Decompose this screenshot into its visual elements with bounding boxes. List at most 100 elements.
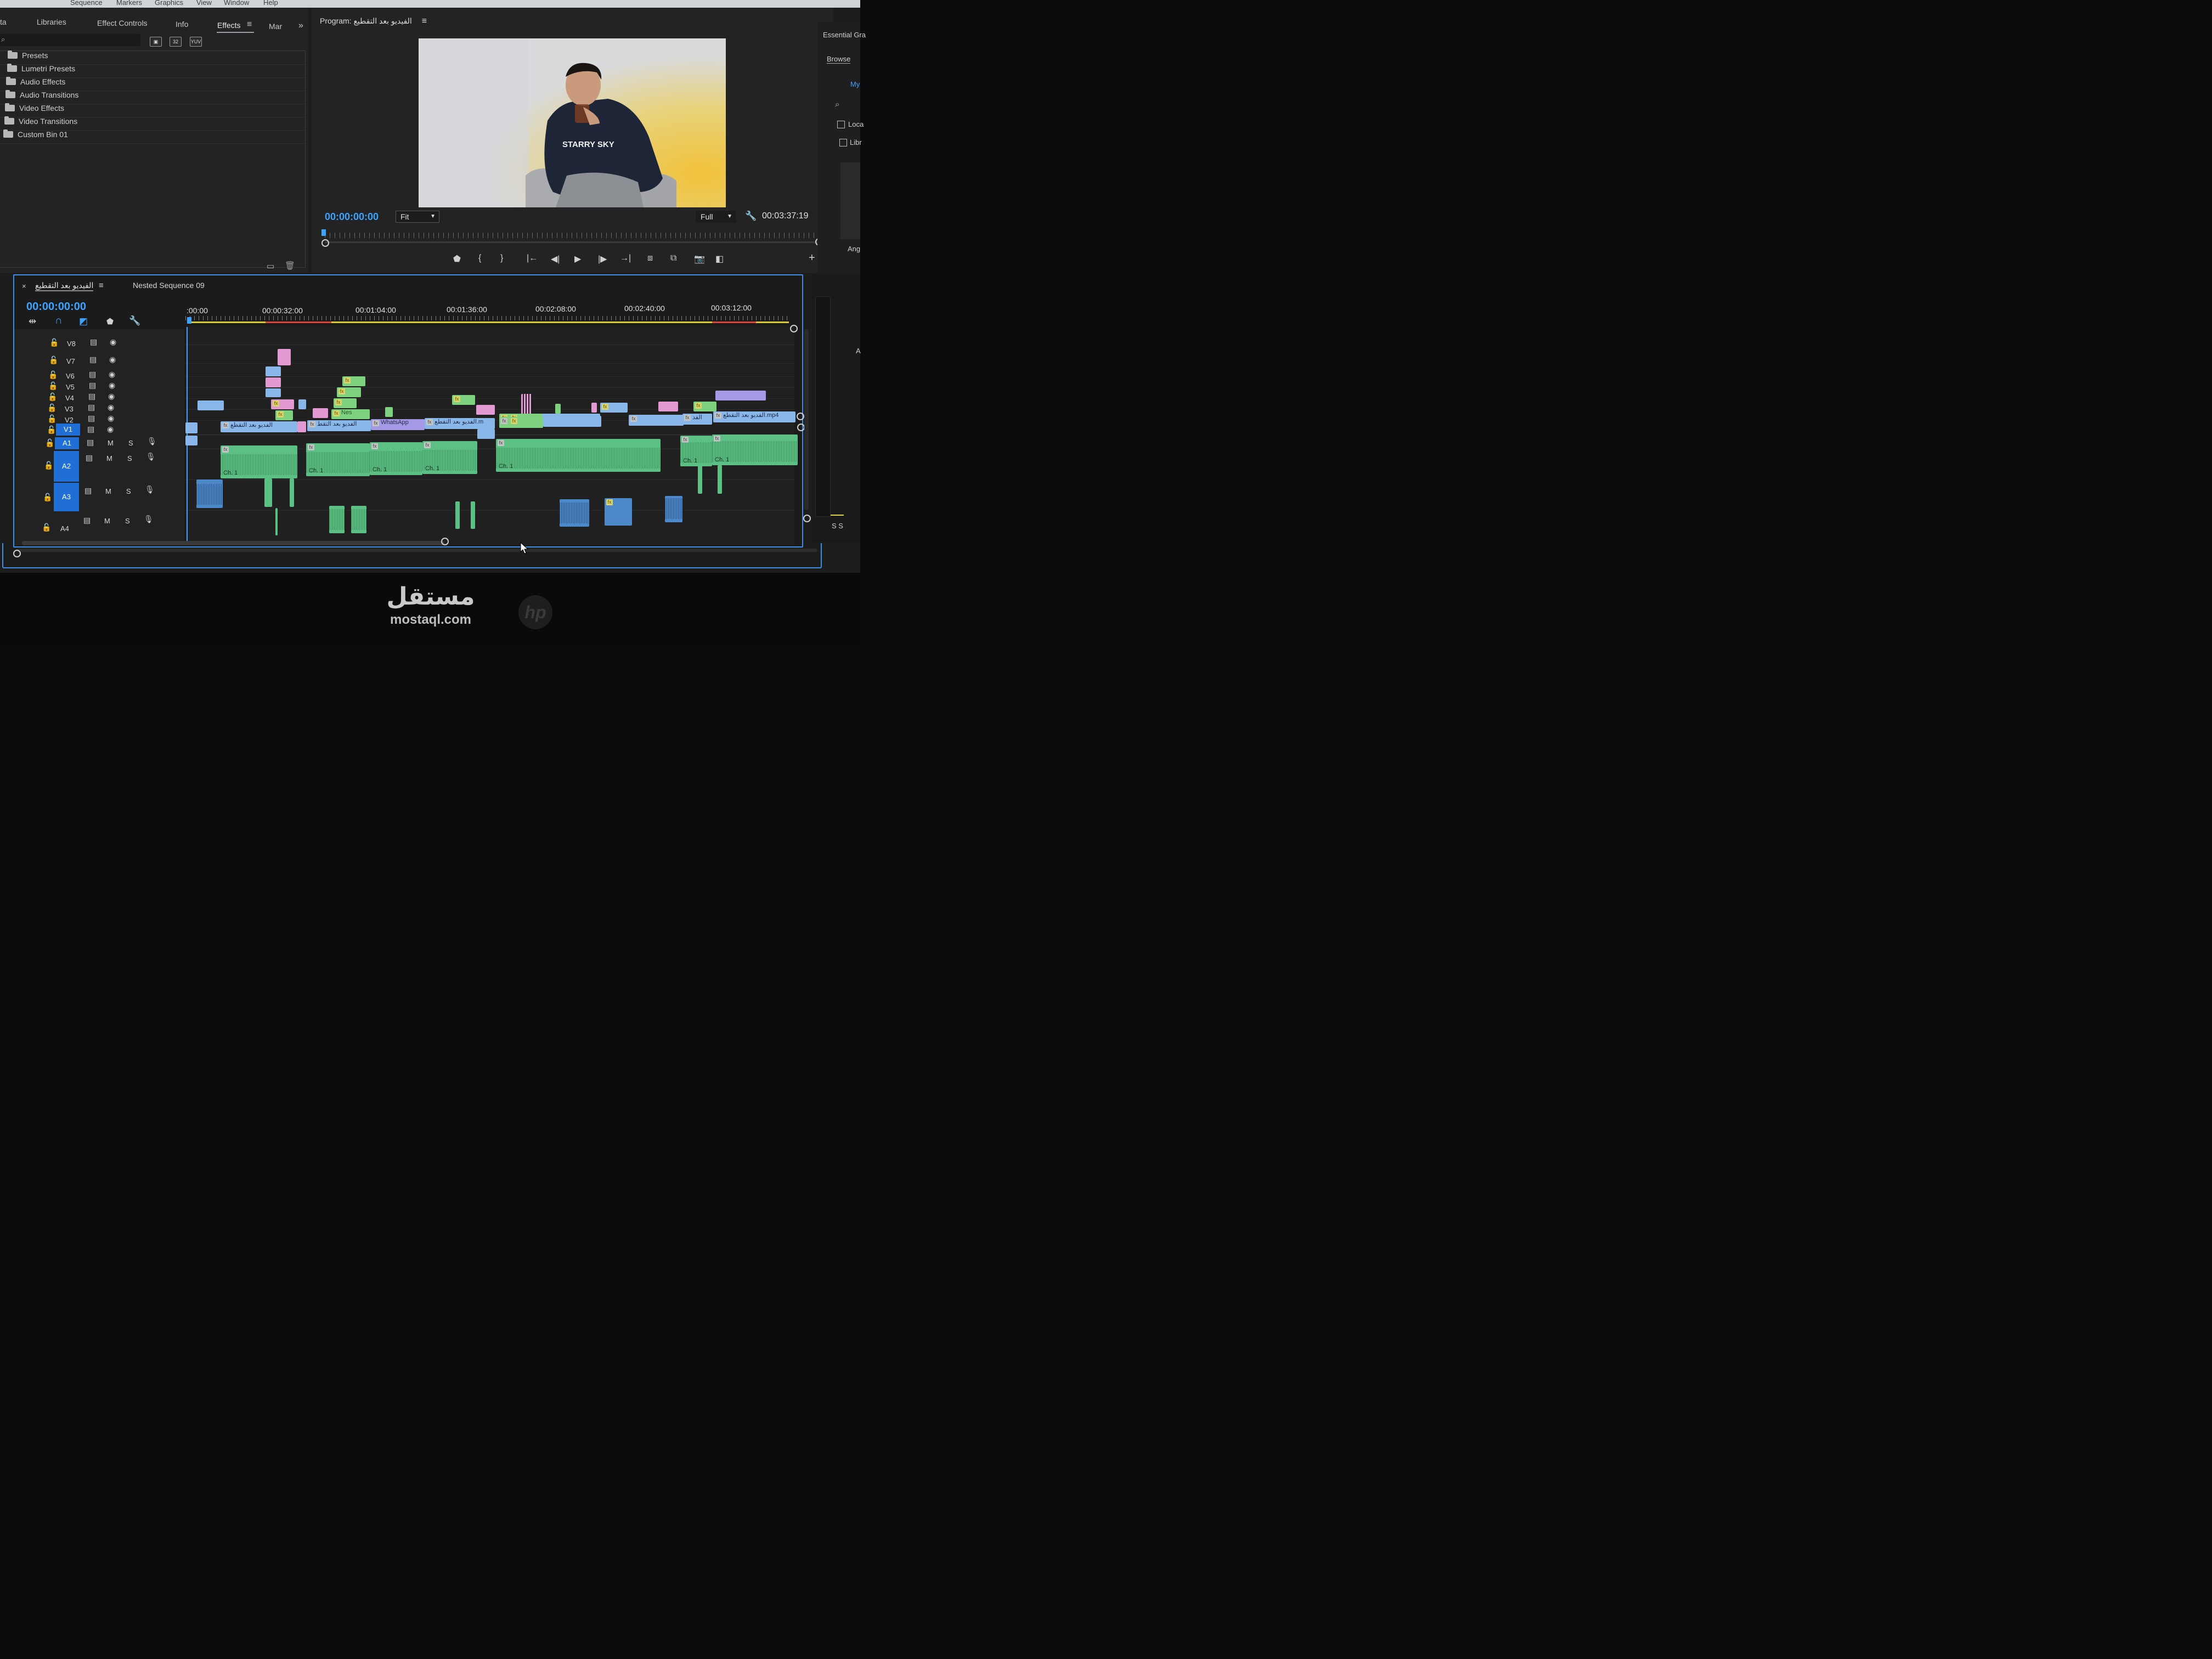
go-to-out-icon[interactable]: →| bbox=[620, 253, 631, 263]
audio-clip[interactable] bbox=[290, 478, 294, 507]
audio-clip[interactable]: fx Ch. 1 bbox=[496, 439, 661, 472]
lift-icon[interactable]: ⧈ bbox=[647, 253, 653, 263]
tab-effects[interactable]: Effects bbox=[217, 21, 241, 30]
tab-libraries[interactable]: Libraries bbox=[37, 18, 66, 26]
add-marker-icon[interactable]: ⬟ bbox=[106, 317, 114, 326]
timeline-playhead-marker[interactable] bbox=[187, 317, 191, 324]
menu-help[interactable]: Help bbox=[263, 0, 278, 7]
track-label-v2[interactable]: V2 bbox=[65, 416, 74, 424]
clip[interactable] bbox=[555, 404, 561, 414]
eye-icon[interactable]: ◉ bbox=[108, 403, 114, 412]
clip[interactable] bbox=[385, 407, 393, 417]
tab-sequence-main[interactable]: الفيديو بعد التقطيع bbox=[35, 281, 94, 291]
bin-lumetri-presets[interactable]: Lumetri Presets bbox=[7, 64, 75, 76]
tab-info[interactable]: Info bbox=[176, 20, 188, 29]
tab-markers[interactable]: Mar bbox=[269, 22, 282, 31]
program-playhead-timecode[interactable]: 00:00:00:00 bbox=[325, 211, 379, 223]
sync-lock-icon[interactable]: ▤ bbox=[88, 403, 95, 412]
microphone-icon[interactable]: 🎙 bbox=[144, 515, 154, 524]
microphone-icon[interactable]: 🎙 bbox=[145, 485, 155, 494]
menu-markers[interactable]: Markers bbox=[116, 0, 142, 7]
mute-button[interactable]: M bbox=[104, 517, 110, 525]
timeline-settings-wrench-icon[interactable]: 🔧 bbox=[129, 315, 140, 326]
vertical-scroll-handle-top[interactable] bbox=[790, 325, 798, 332]
clip[interactable]: fx bbox=[275, 410, 293, 420]
effects-search-input[interactable]: ⌕ bbox=[0, 34, 140, 46]
clip[interactable] bbox=[266, 366, 281, 376]
bin-video-transitions[interactable]: Video Transitions bbox=[4, 116, 77, 129]
sync-lock-icon[interactable]: ▤ bbox=[83, 516, 91, 525]
insert-nest-icon[interactable]: ⇹ bbox=[29, 316, 36, 327]
clip[interactable] bbox=[521, 394, 532, 415]
wrench-settings-icon[interactable]: 🔧 bbox=[745, 211, 757, 222]
clip[interactable] bbox=[313, 408, 328, 418]
panel-menu-icon[interactable]: ≡ bbox=[422, 16, 427, 26]
menu-graphics[interactable]: Graphics bbox=[155, 0, 183, 7]
clip[interactable]: fx bbox=[600, 403, 628, 413]
audio-clip[interactable] bbox=[351, 506, 366, 533]
sync-lock-icon[interactable]: ▤ bbox=[90, 337, 97, 347]
eye-icon[interactable]: ◉ bbox=[110, 337, 116, 347]
trash-icon[interactable]: 🗑 bbox=[285, 261, 295, 270]
timeline-ruler[interactable]: :00:00 00:00:32:00 00:01:04:00 00:01:36:… bbox=[185, 302, 794, 327]
clip[interactable] bbox=[591, 403, 597, 413]
timeline-track-area[interactable]: fx fx fx fxNes fx fx fx fx fx fxfx fxالف… bbox=[185, 327, 798, 545]
sync-lock-icon[interactable]: ▤ bbox=[89, 370, 96, 379]
clip[interactable] bbox=[185, 422, 198, 433]
accelerated-effects-icon[interactable]: ▣ bbox=[150, 37, 162, 47]
bin-presets[interactable]: Presets bbox=[8, 50, 48, 63]
audio-clip[interactable] bbox=[196, 479, 223, 508]
track-label-a4[interactable]: A4 bbox=[60, 524, 69, 533]
eye-icon[interactable]: ◉ bbox=[109, 381, 115, 390]
overflow-chevron-icon[interactable]: » bbox=[298, 21, 303, 31]
audio-clip[interactable] bbox=[471, 501, 475, 529]
bin-audio-effects[interactable]: Audio Effects bbox=[6, 77, 65, 89]
track-label-v1[interactable]: V1 bbox=[56, 424, 80, 436]
clip[interactable]: fx bbox=[334, 398, 357, 408]
play-icon[interactable]: ▶ bbox=[574, 253, 581, 264]
clip[interactable]: fx WhatsApp bbox=[371, 419, 425, 430]
search-icon[interactable]: ⌕ bbox=[835, 100, 839, 109]
clip[interactable] bbox=[543, 416, 601, 427]
close-tab-icon[interactable]: × bbox=[22, 282, 26, 290]
audio-clip[interactable] bbox=[698, 465, 702, 494]
clip[interactable] bbox=[298, 399, 306, 409]
tab-effect-controls[interactable]: Effect Controls bbox=[97, 19, 148, 27]
bin-video-effects[interactable]: Video Effects bbox=[5, 103, 64, 116]
solo-button[interactable]: S bbox=[126, 487, 131, 495]
playback-resolution-dropdown[interactable]: Full ▼ bbox=[696, 211, 736, 223]
lock-icon[interactable]: 🔓 bbox=[48, 381, 58, 391]
solo-buttons[interactable]: S S bbox=[832, 522, 843, 530]
audio-clip[interactable] bbox=[264, 478, 272, 507]
audio-clip[interactable] bbox=[275, 508, 278, 535]
menu-window[interactable]: Window bbox=[224, 0, 249, 7]
yuv-icon[interactable]: YUV bbox=[190, 37, 202, 47]
go-to-in-icon[interactable]: |← bbox=[527, 253, 538, 263]
lock-icon[interactable]: 🔓 bbox=[43, 493, 52, 502]
audio-clip[interactable] bbox=[329, 506, 345, 533]
audio-clip[interactable] bbox=[718, 465, 722, 494]
step-forward-icon[interactable]: |▶ bbox=[598, 253, 607, 264]
libraries-checkbox[interactable] bbox=[839, 139, 847, 146]
add-button-icon[interactable]: + bbox=[809, 252, 815, 264]
tab-browse[interactable]: Browse bbox=[827, 55, 851, 64]
export-frame-camera-icon[interactable]: 📷 bbox=[694, 253, 705, 264]
zoom-scroll-bar[interactable] bbox=[325, 241, 819, 243]
clip[interactable]: fx الفديو بعد التقطع.m bbox=[425, 418, 495, 429]
lock-icon[interactable]: 🔓 bbox=[42, 523, 51, 532]
eye-icon[interactable]: ◉ bbox=[107, 425, 114, 434]
track-label-a2[interactable]: A2 bbox=[54, 451, 79, 482]
clip[interactable] bbox=[185, 436, 198, 445]
track-label-a3[interactable]: A3 bbox=[54, 483, 79, 511]
sync-lock-icon[interactable]: ▤ bbox=[86, 453, 93, 462]
clip[interactable]: fx bbox=[693, 402, 716, 411]
program-video-frame[interactable]: STARRY SKY bbox=[419, 38, 726, 207]
local-checkbox[interactable] bbox=[837, 121, 845, 128]
menu-sequence[interactable]: Sequence bbox=[70, 0, 103, 7]
comparison-view-icon[interactable]: ◧ bbox=[715, 253, 724, 264]
sync-lock-icon[interactable]: ▤ bbox=[88, 392, 95, 401]
vertical-scroll-handle-mid[interactable] bbox=[797, 424, 805, 431]
clip[interactable]: fx الفديو بعد التقطع.mp4 bbox=[713, 411, 795, 422]
audio-clip[interactable]: fx Ch. 1 bbox=[370, 442, 422, 475]
new-bin-folder-icon[interactable]: ▭ bbox=[267, 261, 274, 271]
